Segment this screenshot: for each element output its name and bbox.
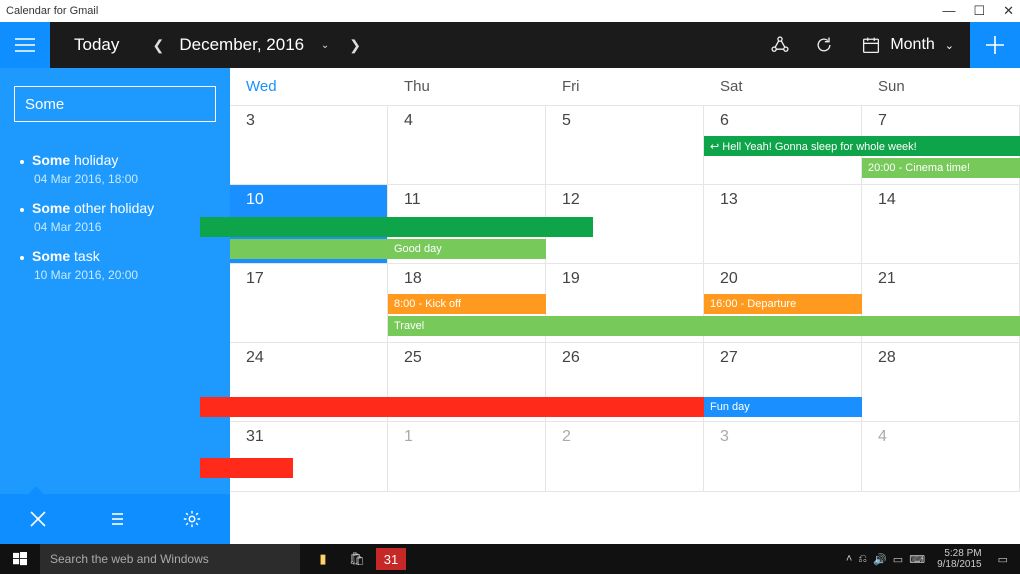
day-cell[interactable]: 4 [862,422,1020,491]
next-month-button[interactable]: ❯ [340,37,370,54]
tray-chevron-icon[interactable]: ˄ [846,553,852,565]
settings-button[interactable] [153,509,230,529]
event-bar[interactable]: 16:00 - Departure [704,294,862,314]
footer-arrow-icon [28,486,44,494]
list-icon [105,509,125,529]
week-row: 31 1 2 3 4 [230,422,1020,492]
search-result-item[interactable]: Some task 10 Mar 2016, 20:00 [20,248,224,282]
close-icon [28,509,48,529]
window-titlebar: Calendar for Gmail — ☐ ✕ [0,0,1020,22]
week-row: 10 11 12 13 14 Good day [230,185,1020,264]
week-row: 24 25 26 27 28 Fun day [230,343,1020,422]
event-bar[interactable]: Travel [388,316,1020,336]
view-label: Month [890,36,934,54]
event-bar[interactable]: ↩ Hell Yeah! Gonna sleep for whole week! [704,136,1020,156]
day-cell[interactable]: 13 [704,185,862,263]
day-header: Sat [704,68,862,105]
sidebar: Some Some holiday 04 Mar 2016, 18:00 Som… [0,68,230,544]
calendar-icon [862,36,880,54]
start-button[interactable] [0,552,40,566]
hamburger-icon [15,37,35,53]
today-button[interactable]: Today [50,35,143,55]
close-search-button[interactable] [0,509,77,529]
tray-notifications-icon[interactable]: ▭ [994,553,1012,566]
tray-keyboard-icon[interactable]: ⌨ [909,553,925,566]
event-bar[interactable]: 20:00 - Cinema time! [862,158,1020,178]
toolbar: Today ❮ December, 2016 ⌄ ❯ Month ⌄ [0,22,1020,68]
view-selector[interactable]: Month ⌄ [846,36,970,54]
list-view-button[interactable] [77,509,154,529]
share-icon [770,35,790,55]
week-row: 3 4 5 6 7 ↩ Hell Yeah! Gonna sleep for w… [230,106,1020,185]
windows-taskbar: Search the web and Windows ▮ 🛍 31 ˄ ⎌ 🔊 … [0,544,1020,574]
calendar-grid: Wed Thu Fri Sat Sun 3 4 5 6 7 ↩ Hell Yea… [230,68,1020,544]
day-cell[interactable]: 3 [704,422,862,491]
month-dropdown-icon[interactable]: ⌄ [310,40,340,51]
prev-month-button[interactable]: ❮ [143,37,173,54]
tray-battery-icon[interactable]: ▭ [893,553,903,566]
day-header: Fri [546,68,704,105]
day-cell[interactable]: 2 [546,422,704,491]
window-title: Calendar for Gmail [6,5,98,17]
chevron-down-icon: ⌄ [945,39,954,52]
taskbar-app-store[interactable]: 🛍 [342,548,372,570]
event-bar[interactable]: Fun day [704,397,862,417]
refresh-button[interactable] [802,35,846,55]
search-result-item[interactable]: Some holiday 04 Mar 2016, 18:00 [20,152,224,186]
tray-network-icon[interactable]: ⎌ [858,553,867,566]
day-cell[interactable]: 1 [388,422,546,491]
event-bar[interactable] [200,217,593,237]
search-result-sub: 04 Mar 2016, 18:00 [34,172,224,186]
day-cell[interactable]: 3 [230,106,388,184]
plus-icon [984,34,1006,56]
taskbar-app-explorer[interactable]: ▮ [308,548,338,570]
day-cell[interactable]: 5 [546,106,704,184]
day-cell[interactable]: 31 [230,422,388,491]
taskbar-search-input[interactable]: Search the web and Windows [40,544,300,574]
day-header: Wed [230,68,388,105]
day-header: Sun [862,68,1020,105]
taskbar-clock[interactable]: 5:28 PM 9/18/2015 [931,548,988,570]
day-headers: Wed Thu Fri Sat Sun [230,68,1020,106]
add-event-button[interactable] [970,22,1020,68]
month-picker[interactable]: December, 2016 [173,35,310,55]
tray-volume-icon[interactable]: 🔊 [873,553,887,566]
week-row: 17 18 19 20 21 8:00 - Kick off 16:00 - D… [230,264,1020,343]
day-cell[interactable]: 17 [230,264,388,342]
event-bar[interactable]: 8:00 - Kick off [388,294,546,314]
window-close-button[interactable]: ✕ [1003,3,1014,19]
search-input[interactable]: Some [14,86,216,122]
share-button[interactable] [758,35,802,55]
day-cell[interactable]: 28 [862,343,1020,421]
event-bar[interactable]: Good day [230,239,546,259]
day-cell[interactable]: 14 [862,185,1020,263]
search-result-sub: 10 Mar 2016, 20:00 [34,268,224,282]
day-cell[interactable]: 4 [388,106,546,184]
search-result-item[interactable]: Some other holiday 04 Mar 2016 [20,200,224,234]
refresh-icon [814,35,834,55]
event-bar[interactable] [200,397,704,417]
taskbar-app-calendar[interactable]: 31 [376,548,406,570]
search-result-sub: 04 Mar 2016 [34,220,224,234]
window-maximize-button[interactable]: ☐ [973,3,985,19]
sidebar-footer [0,494,230,544]
search-results-list: Some holiday 04 Mar 2016, 18:00 Some oth… [0,132,230,296]
day-header: Thu [388,68,546,105]
windows-icon [13,552,27,566]
hamburger-button[interactable] [0,22,50,68]
gear-icon [182,509,202,529]
event-bar[interactable] [200,458,293,478]
window-minimize-button[interactable]: — [942,3,955,19]
